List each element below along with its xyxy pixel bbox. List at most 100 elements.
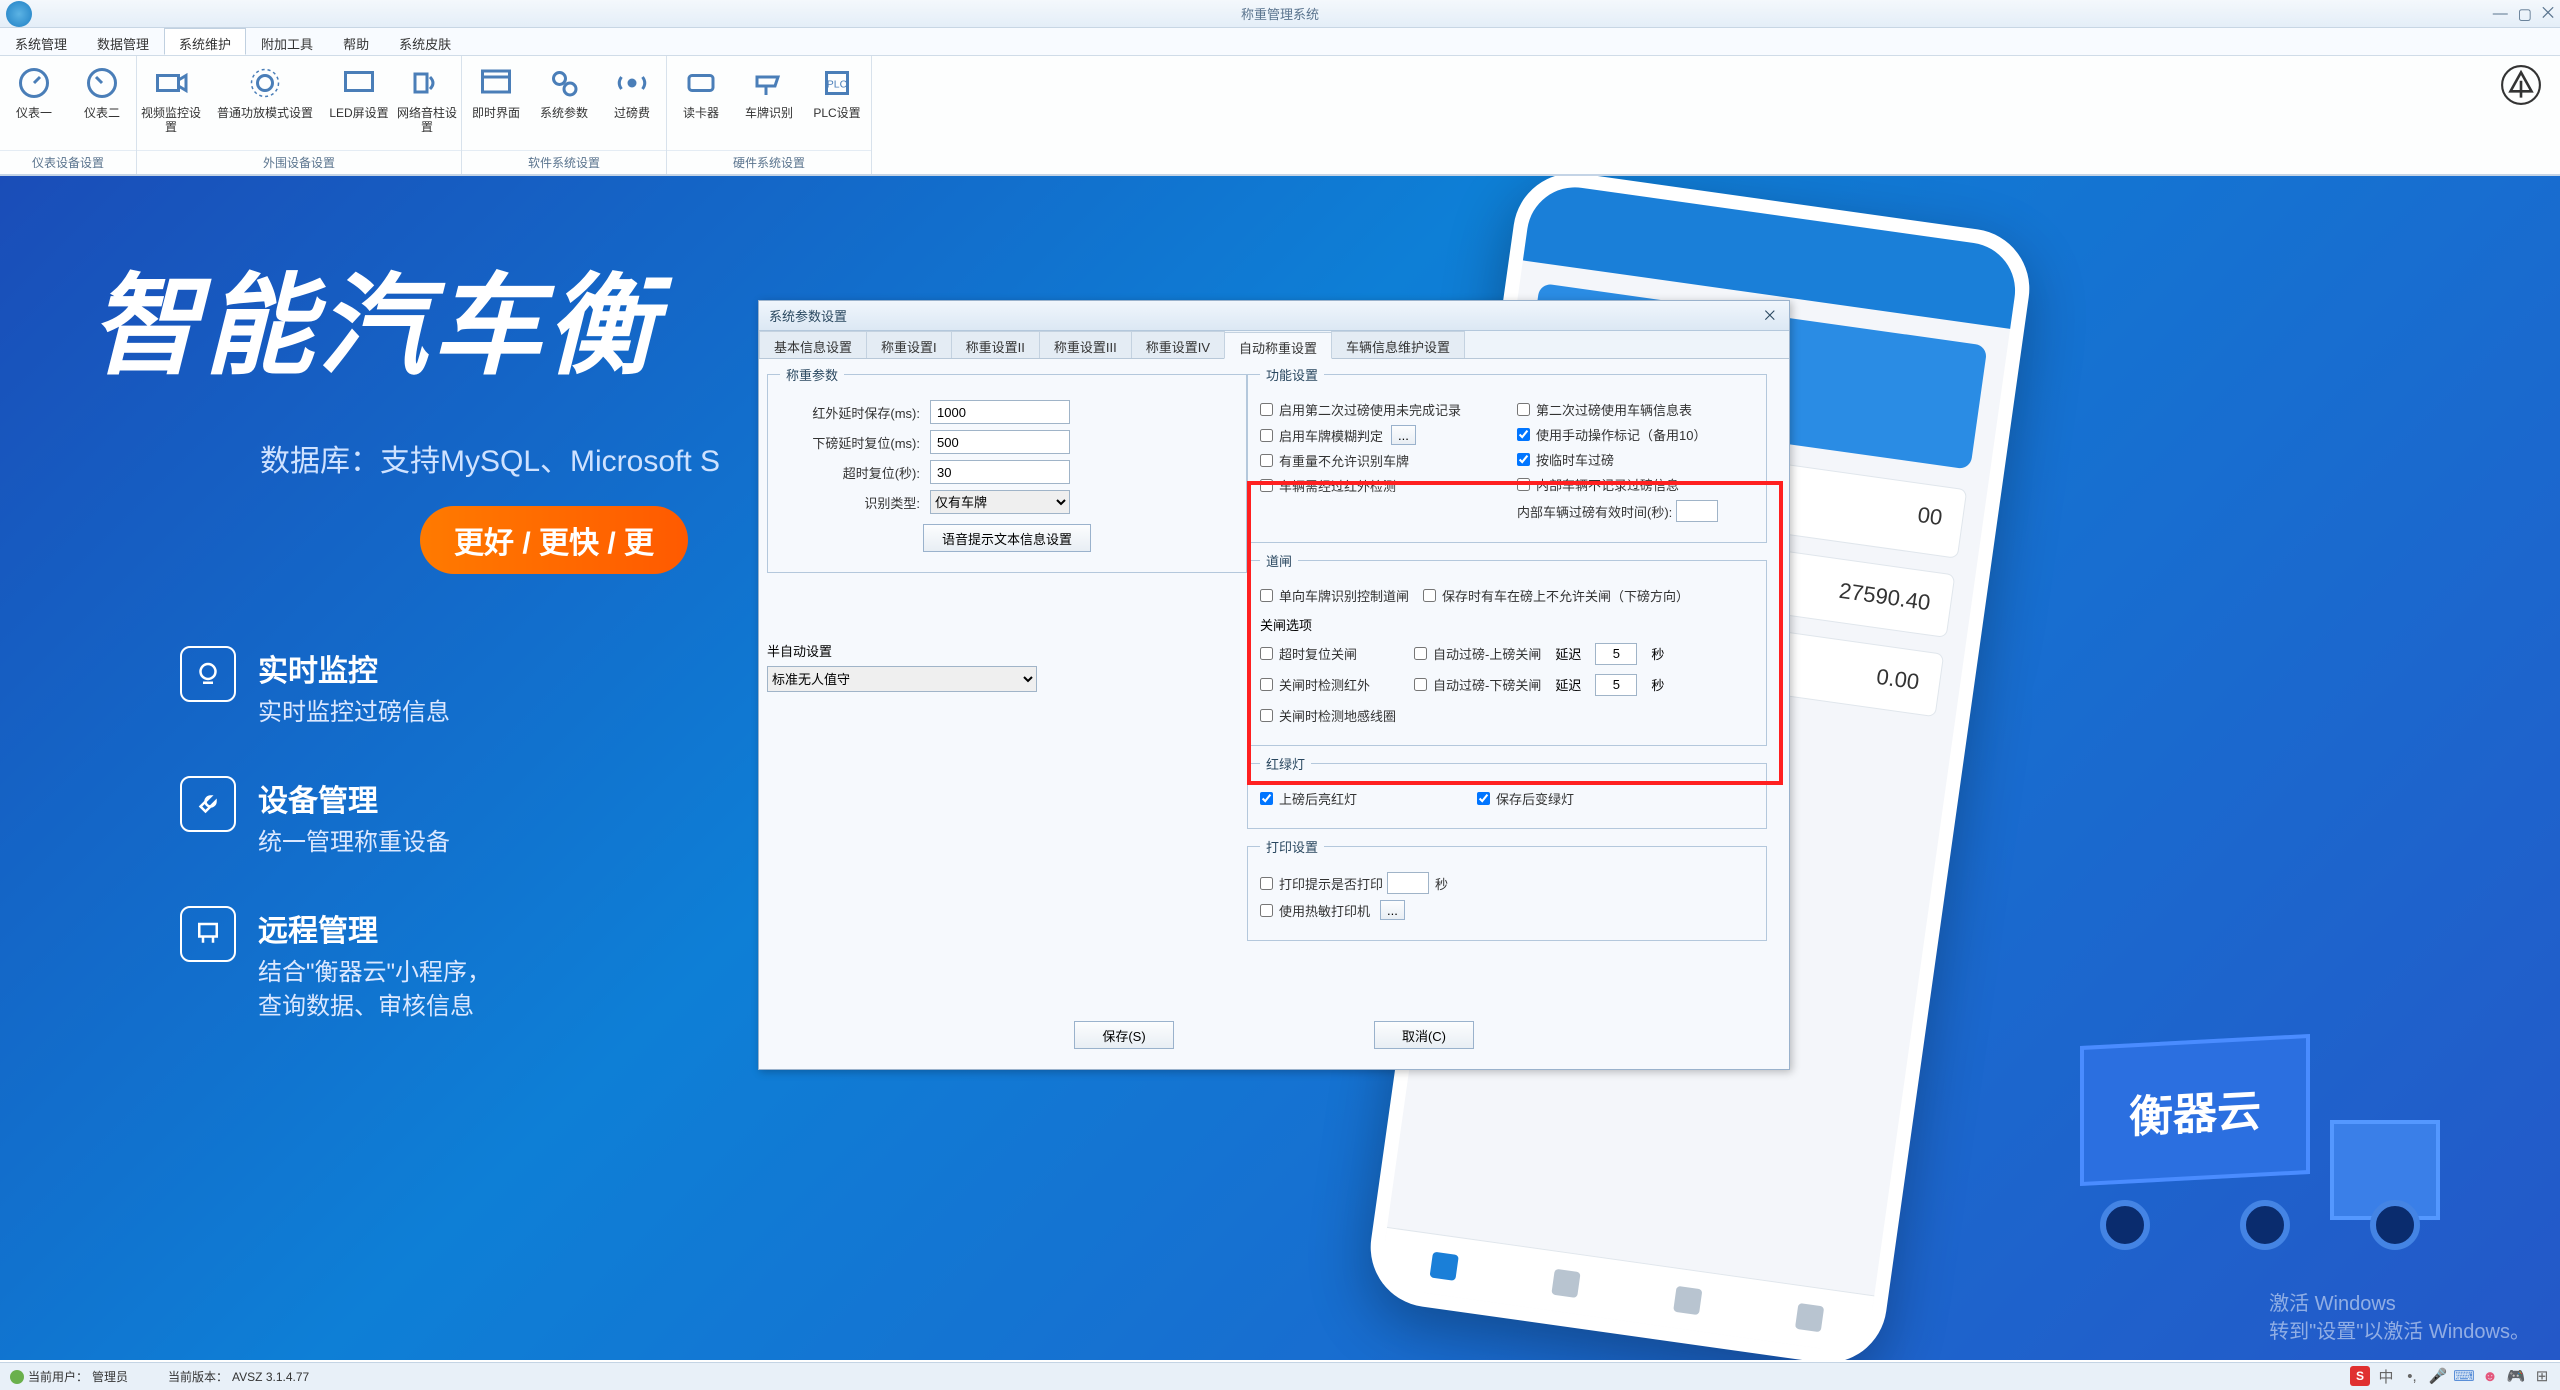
tray-face-icon[interactable]: ☻ [2480, 1366, 2500, 1386]
ribbon-realtime[interactable]: 即时界面 [462, 56, 530, 150]
chk-single-plate-gate[interactable] [1260, 589, 1273, 602]
label-delay: 延迟 [1555, 675, 1581, 694]
input-down-reset[interactable] [930, 430, 1070, 454]
chk-thermal[interactable] [1260, 904, 1273, 917]
tab-basic[interactable]: 基本信息设置 [759, 331, 867, 358]
cctv-icon [750, 64, 788, 102]
ribbon-led[interactable]: LED屏设置 [325, 56, 393, 150]
chk-close-ir[interactable] [1260, 678, 1273, 691]
tray-keyboard-icon[interactable]: ⌨ [2454, 1366, 2474, 1386]
chk-temp-car[interactable] [1517, 453, 1530, 466]
ribbon-footer: 软件系统设置 [462, 150, 666, 174]
menu-skin[interactable]: 系统皮肤 [384, 28, 466, 55]
feature-title: 设备管理 [258, 776, 450, 820]
system-params-dialog: 系统参数设置 ⨉ 基本信息设置 称重设置I 称重设置II 称重设置III 称重设… [758, 300, 1790, 1070]
hero-title: 智能汽车衡 [90, 236, 660, 396]
chk-save-green[interactable] [1477, 792, 1490, 805]
tray-mic-icon[interactable]: 🎤 [2428, 1366, 2448, 1386]
ribbon-instrument2[interactable]: 仪表二 [68, 56, 136, 150]
dialog-tabs: 基本信息设置 称重设置I 称重设置II 称重设置III 称重设置IV 自动称重设… [759, 331, 1789, 359]
truck-graphic: 衡器云 [2080, 1040, 2440, 1240]
feature-remote: 远程管理结合"衡器云"小程序， 查询数据、审核信息 [180, 906, 491, 1024]
chk-no-close-on-save[interactable] [1423, 589, 1436, 602]
chk-manual-mark[interactable] [1517, 428, 1530, 441]
menu-help[interactable]: 帮助 [328, 28, 384, 55]
select-semi-auto[interactable]: 标准无人值守 [767, 666, 1037, 692]
chk-vehicle-ir[interactable] [1260, 479, 1273, 492]
menu-system[interactable]: 系统管理 [0, 28, 82, 55]
label-down-reset: 下磅延时复位(ms): [780, 433, 930, 452]
ribbon-video[interactable]: 视频监控设置 [137, 56, 205, 150]
chk-second-use-info[interactable] [1517, 403, 1530, 416]
menu-addon[interactable]: 附加工具 [246, 28, 328, 55]
status-bar: 当前用户：管理员 当前版本：AVSZ 3.1.4.77 [0, 1362, 2560, 1390]
ribbon-plc[interactable]: PLC PLC设置 [803, 56, 871, 150]
input-timeout-reset[interactable] [930, 460, 1070, 484]
minimize-icon[interactable]: — [2493, 5, 2508, 23]
legend: 打印设置 [1260, 837, 1324, 856]
tray-ime-icon[interactable]: S [2350, 1366, 2370, 1386]
windows-activation-watermark: 激活 Windows 转到"设置"以激活 Windows。 [2269, 1290, 2530, 1346]
select-rec-type[interactable]: 仅有车牌 [930, 490, 1070, 514]
nav-icon [1673, 1285, 1702, 1314]
input-ir-delay[interactable] [930, 400, 1070, 424]
status-version: 当前版本：AVSZ 3.1.4.77 [168, 1368, 309, 1385]
window-buttons: — ▢ ⨉ [2493, 5, 2554, 23]
legend: 道闸 [1260, 551, 1298, 570]
save-button[interactable]: 保存(S) [1074, 1021, 1174, 1049]
ribbon-label: 系统参数 [540, 106, 588, 120]
tab-weigh3[interactable]: 称重设置III [1039, 331, 1132, 358]
dialog-close-icon[interactable]: ⨉ [1761, 308, 1779, 324]
ribbon-label: 普通功放模式设置 [217, 106, 313, 120]
chk-auto-up-close[interactable] [1414, 647, 1427, 660]
menu-data[interactable]: 数据管理 [82, 28, 164, 55]
ribbon-fee[interactable]: 过磅费 [598, 56, 666, 150]
window-title: 称重管理系统 [1241, 4, 1319, 23]
menu-maintain[interactable]: 系统维护 [164, 28, 246, 55]
tab-auto-weigh[interactable]: 自动称重设置 [1224, 332, 1332, 359]
ribbon-plate[interactable]: 车牌识别 [735, 56, 803, 150]
brand-logo-icon [2500, 64, 2542, 106]
tab-weigh4[interactable]: 称重设置IV [1131, 331, 1225, 358]
ribbon-sysparam[interactable]: 系统参数 [530, 56, 598, 150]
ribbon-label: 车牌识别 [745, 106, 793, 120]
label-close-options: 关闸选项 [1260, 615, 1754, 634]
thermal-more-button[interactable]: ... [1380, 900, 1405, 920]
chk-up-red[interactable] [1260, 792, 1273, 805]
chk-internal-no-record[interactable] [1517, 478, 1530, 491]
chk-auto-down-close[interactable] [1414, 678, 1427, 691]
tray-game-icon[interactable]: 🎮 [2506, 1366, 2526, 1386]
chk-timeout-close[interactable] [1260, 647, 1273, 660]
ribbon-group-peripheral: 视频监控设置 普通功放模式设置 LED屏设置 网络音柱设置 外围设备设置 [137, 56, 462, 174]
ribbon-speaker[interactable]: 网络音柱设置 [393, 56, 461, 150]
voice-text-settings-button[interactable]: 语音提示文本信息设置 [923, 524, 1091, 552]
chk-second-unfinished[interactable] [1260, 403, 1273, 416]
tray-cn-icon[interactable]: 中 [2376, 1366, 2396, 1386]
gear-sound-icon [246, 64, 284, 102]
tray-grid-icon[interactable]: ⊞ [2532, 1366, 2552, 1386]
close-icon[interactable]: ⨉ [2542, 5, 2554, 23]
input-internal-time[interactable] [1676, 500, 1718, 522]
chk-close-loop[interactable] [1260, 709, 1273, 722]
ribbon-cardreader[interactable]: 读卡器 [667, 56, 735, 150]
cancel-button[interactable]: 取消(C) [1374, 1021, 1474, 1049]
ribbon-amp[interactable]: 普通功放模式设置 [205, 56, 325, 150]
chk-weight-no-plate[interactable] [1260, 454, 1273, 467]
tab-weigh1[interactable]: 称重设置I [866, 331, 952, 358]
plate-fuzzy-more-button[interactable]: ... [1391, 425, 1416, 445]
ribbon-footer: 仪表设备设置 [0, 150, 136, 174]
ribbon: 仪表一 仪表二 仪表设备设置 视频监控设置 普通功放模式设置 LED屏设置 [0, 56, 2560, 176]
chk-ask-print[interactable] [1260, 877, 1273, 890]
ribbon-instrument1[interactable]: 仪表一 [0, 56, 68, 150]
dialog-footer: 保存(S) 取消(C) [759, 1009, 1789, 1061]
wheel-icon [2370, 1200, 2420, 1250]
tray-dot-icon[interactable]: •, [2402, 1366, 2422, 1386]
tab-weigh2[interactable]: 称重设置II [951, 331, 1040, 358]
phone-navbar [1379, 1227, 1875, 1355]
chk-plate-fuzzy[interactable] [1260, 429, 1273, 442]
input-delay-up[interactable] [1595, 643, 1637, 665]
tab-vehicle-info[interactable]: 车辆信息维护设置 [1331, 331, 1465, 358]
input-delay-down[interactable] [1595, 674, 1637, 696]
input-print-wait[interactable] [1387, 872, 1429, 894]
maximize-icon[interactable]: ▢ [2518, 5, 2532, 23]
